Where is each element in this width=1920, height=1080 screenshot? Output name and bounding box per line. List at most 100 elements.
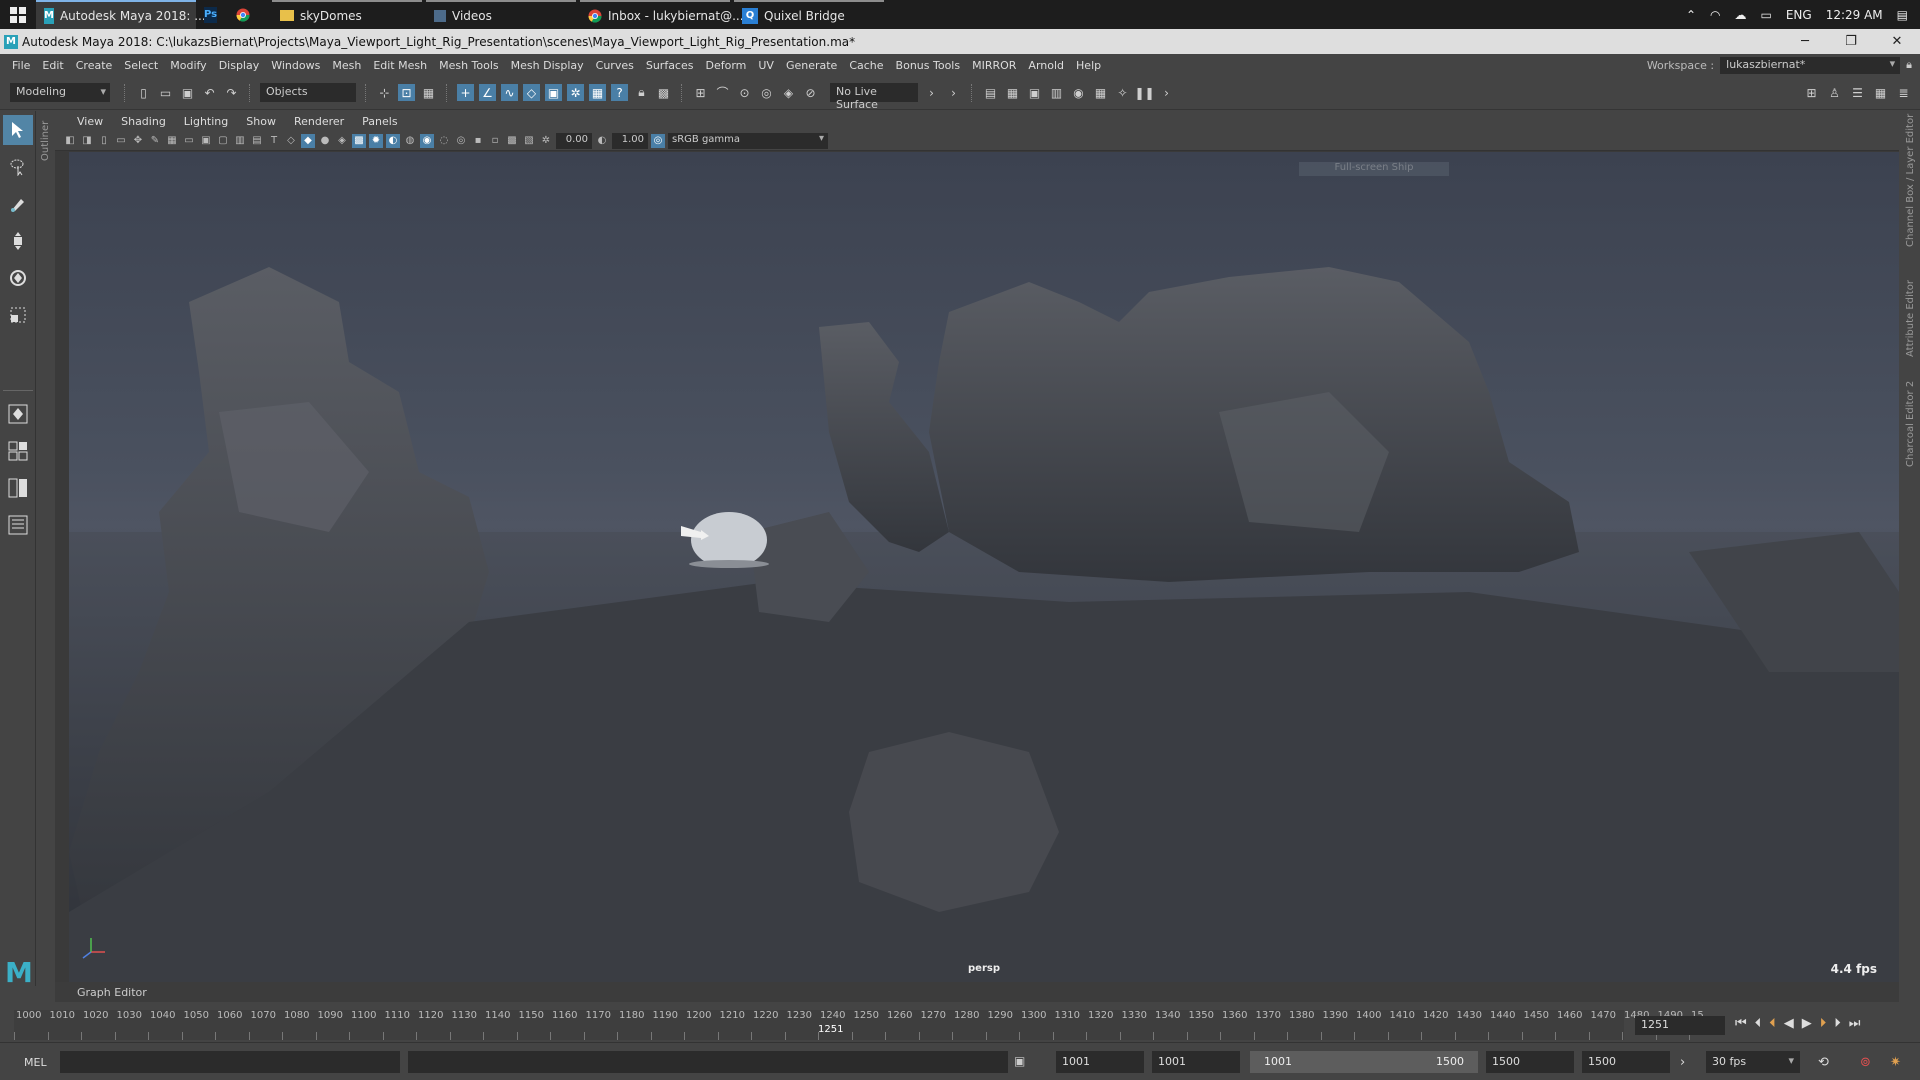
taskbar-item-inbox[interactable]: Inbox - lukybiernat@... <box>580 0 744 29</box>
cloud-icon[interactable]: ☁ <box>1734 8 1746 22</box>
isolate-select-icon[interactable]: ▪ <box>471 134 485 148</box>
taskbar-item-quixel-bridge[interactable]: Q Quixel Bridge <box>734 0 884 29</box>
save-scene-icon[interactable]: ▣ <box>179 84 196 101</box>
language-indicator[interactable]: ENG <box>1786 8 1812 22</box>
menu-surfaces[interactable]: Surfaces <box>640 59 700 72</box>
panel-menu-panels[interactable]: Panels <box>362 115 397 128</box>
single-perspective-view-icon[interactable] <box>3 399 33 429</box>
graph-editor-tab[interactable]: Graph Editor <box>55 982 1899 1002</box>
wireframe-icon[interactable]: ◇ <box>284 134 298 148</box>
snap-to-surface-icon[interactable]: ◈ <box>780 84 797 101</box>
x-ray-joints-icon[interactable]: ▩ <box>505 134 519 148</box>
open-scene-icon[interactable]: ▭ <box>157 84 174 101</box>
minimize-icon[interactable]: ─ <box>1782 34 1828 49</box>
select-by-surface-icon[interactable]: ◇ <box>523 84 540 101</box>
outliner-layout-icon[interactable] <box>3 510 33 540</box>
x-ray-icon[interactable]: ▫ <box>488 134 502 148</box>
taskbar-item-chrome[interactable] <box>228 0 260 29</box>
default-material-icon[interactable]: ● <box>318 134 332 148</box>
safe-action-icon[interactable]: ▤ <box>250 134 264 148</box>
menu-mesh-tools[interactable]: Mesh Tools <box>433 59 505 72</box>
menu-bonus-tools[interactable]: Bonus Tools <box>890 59 967 72</box>
play-forwards-icon[interactable]: ▶ <box>1802 1016 1812 1031</box>
menu-arnold[interactable]: Arnold <box>1022 59 1070 72</box>
four-view-layout-icon[interactable] <box>3 436 33 466</box>
loop-icon[interactable]: ⟲ <box>1818 1055 1829 1070</box>
render-settings-icon[interactable]: ▥ <box>1048 84 1065 101</box>
channel-box-icon[interactable]: ≣ <box>1895 84 1912 101</box>
menuset-dropdown[interactable]: Modeling <box>10 83 110 102</box>
screen-space-ao-icon[interactable]: ◍ <box>403 134 417 148</box>
x-ray-components-icon[interactable]: ▧ <box>522 134 536 148</box>
step-back-frame-icon[interactable]: ⏴ <box>1755 1016 1762 1031</box>
exposure-icon[interactable]: ✲ <box>539 134 553 148</box>
resolution-gate-icon[interactable]: ▣ <box>199 134 213 148</box>
bookmark-icon[interactable]: ▯ <box>97 134 111 148</box>
snap-to-grid-icon[interactable]: ⊞ <box>692 84 709 101</box>
playback-start-field[interactable]: 1001 <box>1152 1051 1240 1073</box>
snap-to-point-icon[interactable]: ⊙ <box>736 84 753 101</box>
film-gate-icon[interactable]: ▭ <box>182 134 196 148</box>
range-slider[interactable]: 1001 1500 <box>1250 1051 1478 1073</box>
command-line-input[interactable] <box>60 1051 400 1073</box>
clock[interactable]: 12:29 AM <box>1826 8 1883 22</box>
character-controls-icon[interactable]: ♙ <box>1826 84 1843 101</box>
render-frame-icon[interactable]: ▦ <box>1004 84 1021 101</box>
panel-menu-show[interactable]: Show <box>246 115 276 128</box>
select-object-icon[interactable]: ⊡ <box>398 84 415 101</box>
new-scene-icon[interactable]: ▯ <box>135 84 152 101</box>
menu-uv[interactable]: UV <box>752 59 780 72</box>
select-by-render-icon[interactable]: ▦ <box>589 84 606 101</box>
menu-cache[interactable]: Cache <box>843 59 889 72</box>
close-icon[interactable]: ✕ <box>1874 34 1920 49</box>
image-plane-icon[interactable]: ▭ <box>114 134 128 148</box>
panel-menu-shading[interactable]: Shading <box>121 115 166 128</box>
panel-menu-lighting[interactable]: Lighting <box>184 115 228 128</box>
two-view-layout-icon[interactable] <box>3 473 33 503</box>
2d-pan-zoom-icon[interactable]: ✥ <box>131 134 145 148</box>
menu-generate[interactable]: Generate <box>780 59 843 72</box>
outliner-tab[interactable]: Outliner <box>38 111 54 231</box>
chevron-up-icon[interactable]: ⌃ <box>1686 8 1696 22</box>
menu-modify[interactable]: Modify <box>164 59 212 72</box>
exposure-field[interactable]: 0.00 <box>556 132 592 149</box>
snap-to-view-plane-icon[interactable]: ◎ <box>758 84 775 101</box>
live-surface-field[interactable]: No Live Surface <box>830 83 918 111</box>
menu-file[interactable]: File <box>6 59 36 72</box>
use-all-lights-icon[interactable]: ✹ <box>369 133 383 148</box>
restore-icon[interactable]: ❐ <box>1828 34 1874 49</box>
select-component-icon[interactable]: ▦ <box>420 84 437 101</box>
animation-preferences-icon[interactable]: ✷ <box>1890 1055 1901 1070</box>
lock-selection-icon[interactable]: 🔒︎ <box>633 84 650 101</box>
wifi-icon[interactable]: ◠ <box>1710 8 1720 22</box>
battery-icon[interactable]: ▭ <box>1760 8 1771 22</box>
chevron-right-icon[interactable]: › <box>945 84 962 101</box>
playback-end-field[interactable]: 1500 <box>1486 1051 1574 1073</box>
menu-mirror[interactable]: MIRROR <box>966 59 1022 72</box>
camera-attributes-icon[interactable]: ◨ <box>80 134 94 148</box>
color-management-icon[interactable]: ◎ <box>651 133 665 148</box>
hypershade-icon[interactable]: ◉ <box>1070 84 1087 101</box>
tool-settings-icon[interactable]: ▦ <box>1872 84 1889 101</box>
workspace-dropdown[interactable]: lukaszbiernat* <box>1720 56 1901 74</box>
play-backwards-icon[interactable]: ◀ <box>1784 1016 1794 1031</box>
go-to-start-icon[interactable]: ⏮ <box>1735 1016 1747 1031</box>
attribute-editor-icon[interactable]: ☰ <box>1849 84 1866 101</box>
redo-icon[interactable]: ↷ <box>223 84 240 101</box>
3d-viewport[interactable]: Full-screen Ship persp 4.4 fps <box>69 152 1899 982</box>
menu-mesh[interactable]: Mesh <box>326 59 367 72</box>
tab-channel-box[interactable]: Channel Box / Layer Editor <box>1902 111 1920 251</box>
camera-select-icon[interactable]: ◧ <box>63 134 77 148</box>
tab-charcoal-editor[interactable]: Charcoal Editor 2 <box>1902 371 1920 471</box>
animation-end-field[interactable]: 1500 <box>1582 1051 1670 1073</box>
select-hierarchy-icon[interactable]: ⊹ <box>376 84 393 101</box>
step-forward-frame-icon[interactable]: ⏵ <box>1834 1016 1841 1031</box>
depth-of-field-icon[interactable]: ◎ <box>454 134 468 148</box>
menu-curves[interactable]: Curves <box>590 59 640 72</box>
menu-edit-mesh[interactable]: Edit Mesh <box>367 59 433 72</box>
grease-pencil-icon[interactable]: ✎ <box>148 134 162 148</box>
windows-start-button[interactable] <box>0 0 36 29</box>
step-back-key-icon[interactable]: ⏴ <box>1769 1016 1776 1031</box>
pause-icon[interactable]: ❚❚ <box>1134 84 1154 101</box>
panel-menu-renderer[interactable]: Renderer <box>294 115 344 128</box>
